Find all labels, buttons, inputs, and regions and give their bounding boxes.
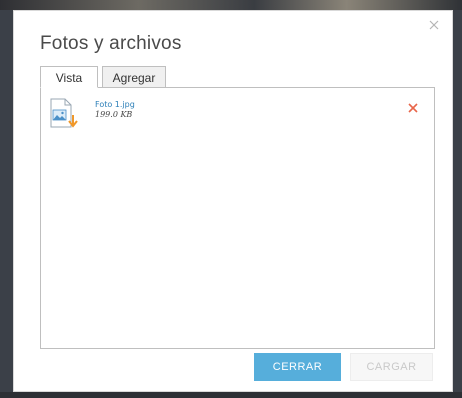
tab-agregar[interactable]: Agregar xyxy=(102,66,166,88)
files-panel: Foto 1.jpg 199.0 KB xyxy=(40,87,435,349)
file-size: 199.0 KB xyxy=(95,110,133,119)
background-bottom-strip xyxy=(0,392,462,398)
background-photo-strip xyxy=(0,0,462,10)
upload-button[interactable]: CARGAR xyxy=(350,353,433,381)
attachments-dialog: Fotos y archivos Vista Agregar Foto 1.jp… xyxy=(13,10,453,392)
close-button[interactable]: CERRAR xyxy=(254,353,341,381)
remove-icon[interactable] xyxy=(407,101,419,113)
close-icon[interactable] xyxy=(426,17,442,33)
tab-vista[interactable]: Vista xyxy=(40,66,98,88)
image-download-icon xyxy=(49,98,79,130)
dialog-title: Fotos y archivos xyxy=(40,33,182,54)
file-name-link[interactable]: Foto 1.jpg xyxy=(95,100,135,109)
